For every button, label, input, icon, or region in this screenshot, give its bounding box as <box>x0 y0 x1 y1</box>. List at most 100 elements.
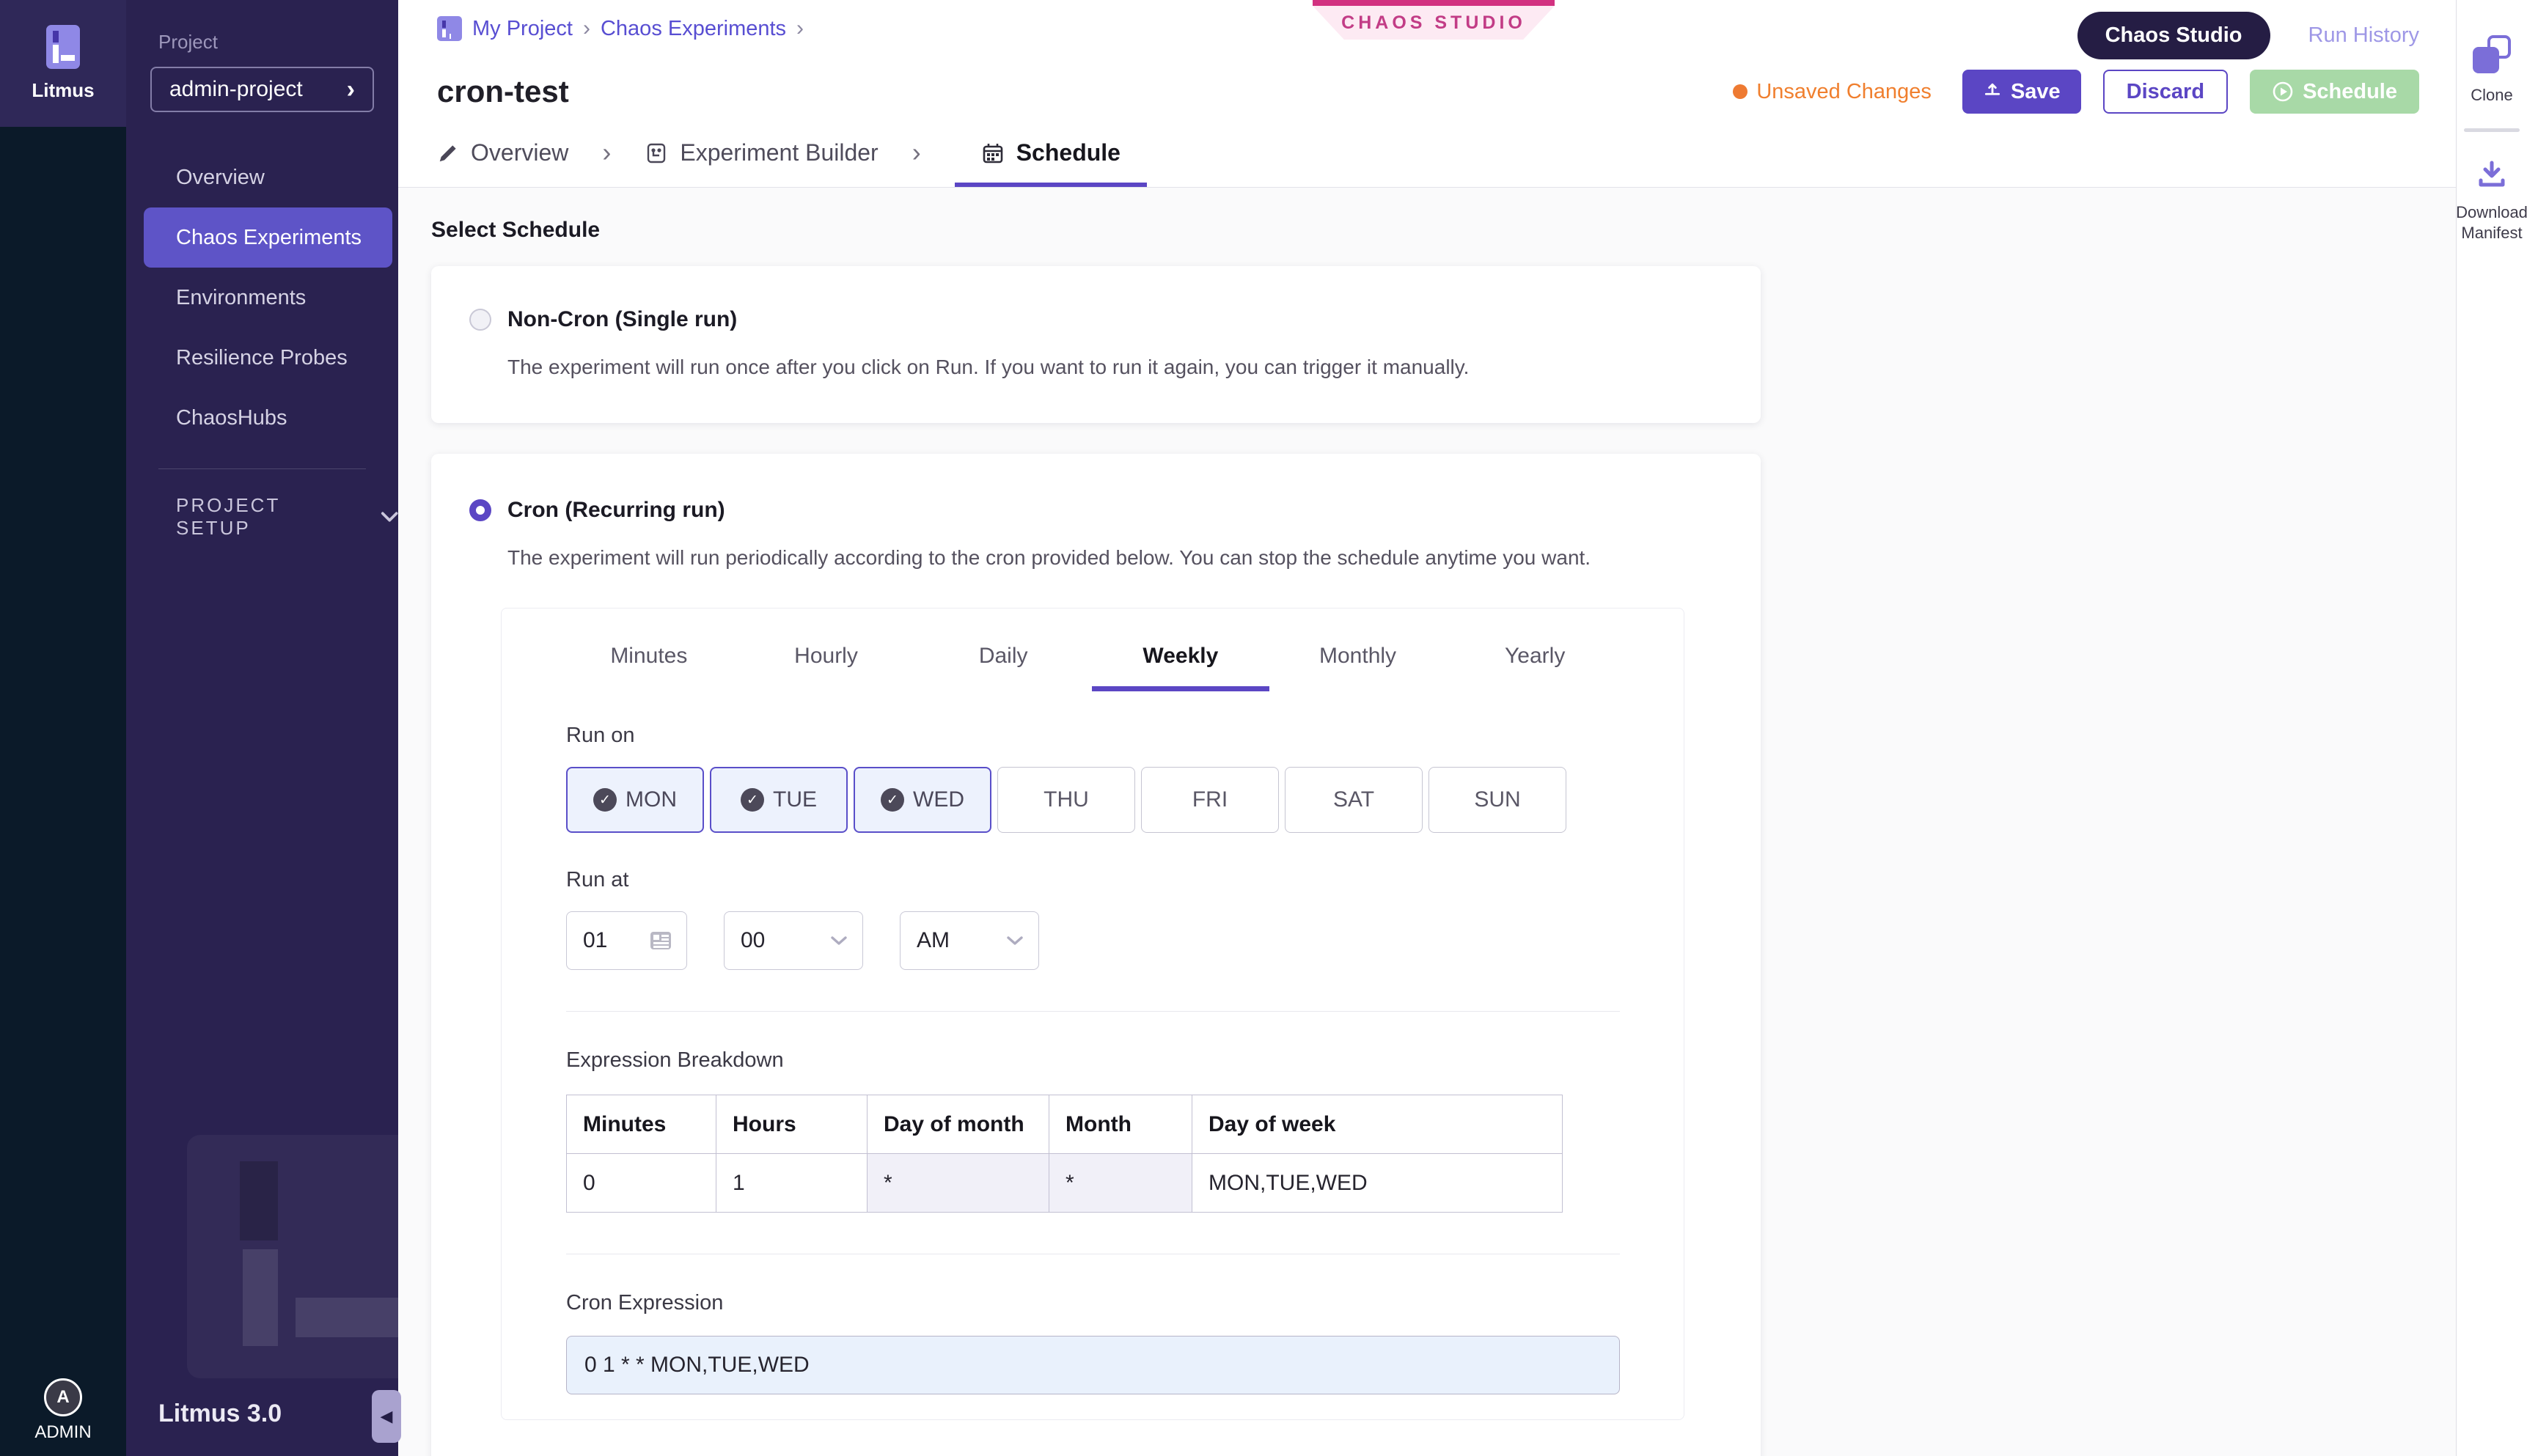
day-label: FRI <box>1192 787 1228 812</box>
chaos-studio-toggle[interactable]: Chaos Studio <box>2077 12 2270 59</box>
pencil-icon <box>437 142 459 164</box>
tab-schedule[interactable]: Schedule <box>955 139 1147 187</box>
breadcrumb-chaos-experiments[interactable]: Chaos Experiments <box>601 17 786 41</box>
expression-breakdown-table: Minutes Hours Day of month Month Day of … <box>566 1095 1563 1213</box>
project-label: Project <box>158 31 398 54</box>
breadcrumb: My Project › Chaos Experiments › <box>437 16 804 41</box>
cron-description: The experiment will run periodically acc… <box>507 546 1761 570</box>
avatar[interactable]: A <box>44 1378 82 1416</box>
noncron-radio[interactable] <box>469 309 491 331</box>
hour-field[interactable] <box>566 911 687 970</box>
calendar-icon <box>981 141 1005 165</box>
meridiem-select[interactable] <box>900 911 1039 970</box>
day-label: SUN <box>1474 787 1520 812</box>
minute-input[interactable] <box>741 928 807 953</box>
tab-experiment-builder[interactable]: Experiment Builder <box>645 139 878 187</box>
page-header: My Project › Chaos Experiments › CHAOS S… <box>398 0 2456 188</box>
unsaved-changes-badge: Unsaved Changes <box>1733 80 1932 104</box>
minute-select[interactable] <box>724 911 863 970</box>
day-chip-wed[interactable]: ✓ WED <box>854 767 991 833</box>
check-circle-icon: ✓ <box>741 788 764 812</box>
cron-tab-monthly[interactable]: Monthly <box>1269 630 1447 691</box>
sidebar-item-chaos-experiments[interactable]: Chaos Experiments <box>144 207 392 268</box>
ribbon-stripe <box>1313 0 1555 6</box>
download-label-line2: Manifest <box>2456 223 2527 244</box>
chevron-right-icon: › <box>602 137 611 187</box>
title-actions: Unsaved Changes Save Discard Schedule <box>1733 70 2419 114</box>
project-setup-toggle[interactable]: PROJECT SETUP <box>176 494 398 540</box>
user-label: ADMIN <box>34 1422 91 1443</box>
main-area: My Project › Chaos Experiments › CHAOS S… <box>398 0 2456 1456</box>
sidebar-collapse-handle[interactable]: ◀ <box>372 1390 401 1443</box>
hour-input[interactable] <box>583 928 634 953</box>
noncron-option-card: Non-Cron (Single run) The experiment wil… <box>431 266 1761 423</box>
tab-overview[interactable]: Overview <box>437 139 568 187</box>
unsaved-label: Unsaved Changes <box>1756 80 1932 104</box>
sidebar-item-chaoshubs[interactable]: ChaosHubs <box>126 388 398 448</box>
chevron-down-icon <box>830 935 848 946</box>
save-label: Save <box>2011 80 2061 104</box>
user-block[interactable]: A ADMIN <box>0 1378 126 1443</box>
chaos-studio-ribbon: CHAOS STUDIO <box>1313 0 1555 40</box>
select-schedule-heading: Select Schedule <box>431 218 2456 243</box>
page-title: cron-test <box>437 74 569 109</box>
cell-day-of-week: MON,TUE,WED <box>1192 1154 1563 1213</box>
sidebar-item-resilience-probes[interactable]: Resilience Probes <box>126 328 398 388</box>
cell-day-of-month: * <box>868 1154 1049 1213</box>
run-history-link[interactable]: Run History <box>2308 23 2420 48</box>
day-chip-thu[interactable]: THU <box>997 767 1135 833</box>
check-circle-icon: ✓ <box>881 788 904 812</box>
right-rail: Clone Download Manifest <box>2456 0 2527 1456</box>
cron-expression-input[interactable] <box>566 1336 1620 1394</box>
chevron-down-icon <box>1006 935 1024 946</box>
cron-radio[interactable] <box>469 499 491 521</box>
cron-tab-hourly[interactable]: Hourly <box>738 630 915 691</box>
rail-divider <box>2464 128 2520 132</box>
chevron-right-icon: › <box>796 16 804 41</box>
sidebar-nav: Overview Chaos Experiments Environments … <box>126 147 398 448</box>
discard-button[interactable]: Discard <box>2103 70 2228 114</box>
chevron-down-icon <box>381 511 398 523</box>
sidebar-item-environments[interactable]: Environments <box>126 268 398 328</box>
panel-divider <box>566 1011 1620 1012</box>
day-chip-mon[interactable]: ✓ MON <box>566 767 704 833</box>
project-selector[interactable]: admin-project › <box>150 67 374 112</box>
cron-tab-minutes[interactable]: Minutes <box>560 630 738 691</box>
col-header-hours: Hours <box>716 1095 868 1154</box>
save-button[interactable]: Save <box>1962 70 2081 114</box>
tab-experiment-builder-label: Experiment Builder <box>680 139 878 166</box>
grid-icon <box>650 931 672 950</box>
day-chip-tue[interactable]: ✓ TUE <box>710 767 848 833</box>
breadcrumb-my-project[interactable]: My Project <box>472 17 573 41</box>
view-toggle: Chaos Studio Run History <box>2077 12 2419 59</box>
cron-expression-label: Cron Expression <box>566 1291 1684 1315</box>
table-row: 0 1 * * MON,TUE,WED <box>567 1154 1563 1213</box>
version-label: Litmus 3.0 <box>158 1400 282 1428</box>
day-chip-sun[interactable]: SUN <box>1428 767 1566 833</box>
day-chip-sat[interactable]: SAT <box>1285 767 1423 833</box>
chevron-right-icon: › <box>583 16 590 41</box>
clone-button[interactable]: Clone <box>2471 35 2512 106</box>
cron-tab-yearly[interactable]: Yearly <box>1446 630 1624 691</box>
col-header-day-of-month: Day of month <box>868 1095 1049 1154</box>
day-label: MON <box>626 787 677 812</box>
litmus-logo-icon <box>46 25 80 69</box>
day-chip-fri[interactable]: FRI <box>1141 767 1279 833</box>
noncron-title: Non-Cron (Single run) <box>507 307 737 332</box>
cron-tab-daily[interactable]: Daily <box>914 630 1092 691</box>
brand-name: Litmus <box>32 79 94 102</box>
clone-label: Clone <box>2471 85 2512 106</box>
cron-tab-weekly[interactable]: Weekly <box>1092 630 1269 691</box>
project-setup-label: PROJECT SETUP <box>176 494 351 540</box>
cron-tabbar: Minutes Hourly Daily Weekly Monthly Year… <box>560 630 1624 691</box>
project-name: admin-project <box>169 77 303 102</box>
col-header-day-of-week: Day of week <box>1192 1095 1563 1154</box>
tab-schedule-label: Schedule <box>1016 139 1121 166</box>
cell-hours: 1 <box>716 1154 868 1213</box>
cron-option-card: Cron (Recurring run) The experiment will… <box>431 454 1761 1456</box>
download-manifest-button[interactable]: Download Manifest <box>2456 158 2527 244</box>
sidebar-item-overview[interactable]: Overview <box>126 147 398 207</box>
meridiem-input[interactable] <box>917 928 983 953</box>
schedule-button-disabled[interactable]: Schedule <box>2250 70 2419 114</box>
chevron-right-icon: › <box>912 137 921 187</box>
